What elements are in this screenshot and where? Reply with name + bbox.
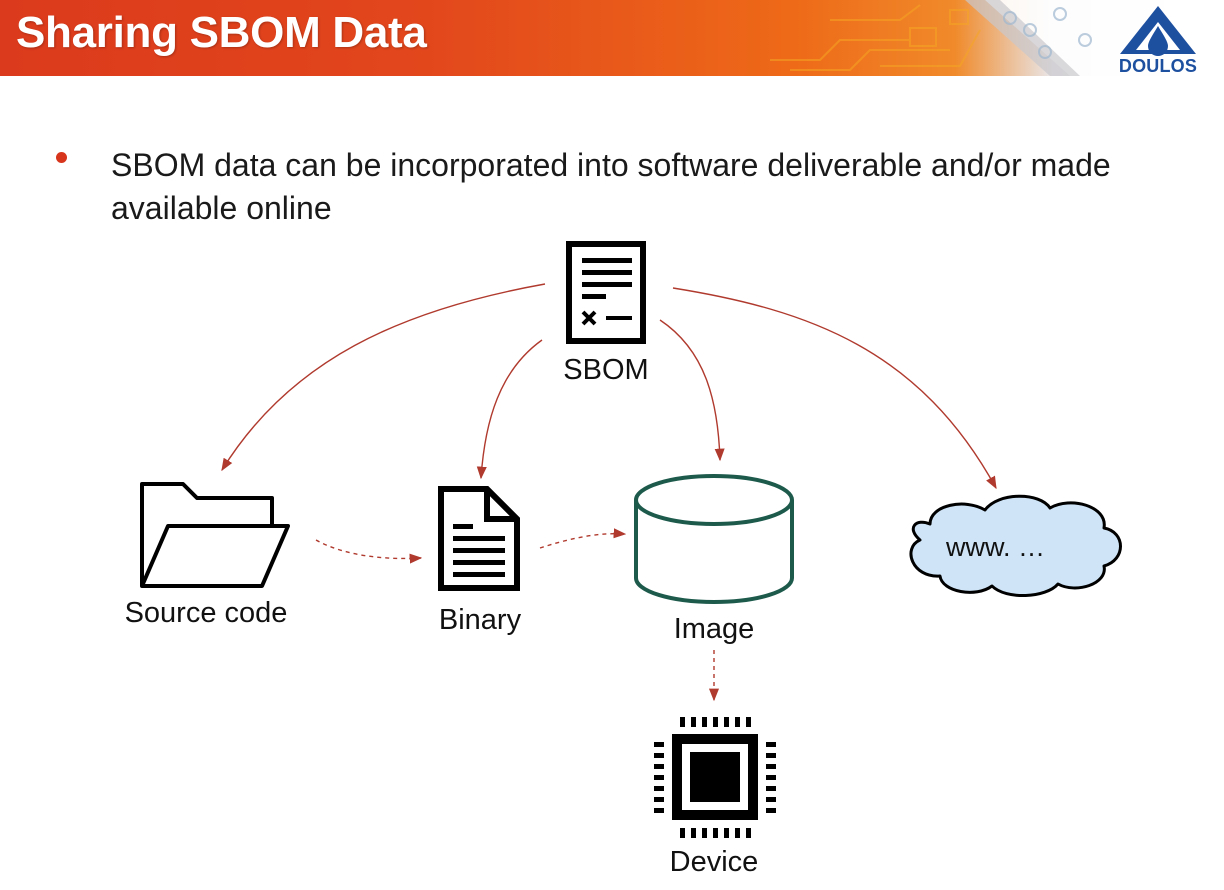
- online-url-label: www. …: [946, 532, 1046, 562]
- image-label: Image: [673, 613, 755, 645]
- image-cylinder-icon: [634, 474, 794, 604]
- arrow-binary-to-image: [539, 528, 627, 549]
- sbom-label: SBOM: [563, 354, 649, 386]
- binary-label: Binary: [438, 604, 522, 636]
- binary-document-icon: [438, 486, 520, 591]
- sbom-sharing-diagram: [140, 241, 1122, 838]
- arrow-sbom-to-online: [672, 287, 997, 490]
- device-label: Device: [669, 846, 759, 878]
- device-chip-icon: [654, 717, 776, 838]
- sbom-document-icon: [566, 241, 646, 344]
- folder-open-icon: [140, 482, 290, 588]
- arrow-sbom-to-binary: [476, 339, 543, 480]
- arrow-sbom-to-source: [221, 283, 546, 472]
- arrow-source-to-binary: [315, 539, 423, 564]
- arrow-sbom-to-image: [659, 319, 725, 462]
- source-code-label: Source code: [124, 597, 288, 629]
